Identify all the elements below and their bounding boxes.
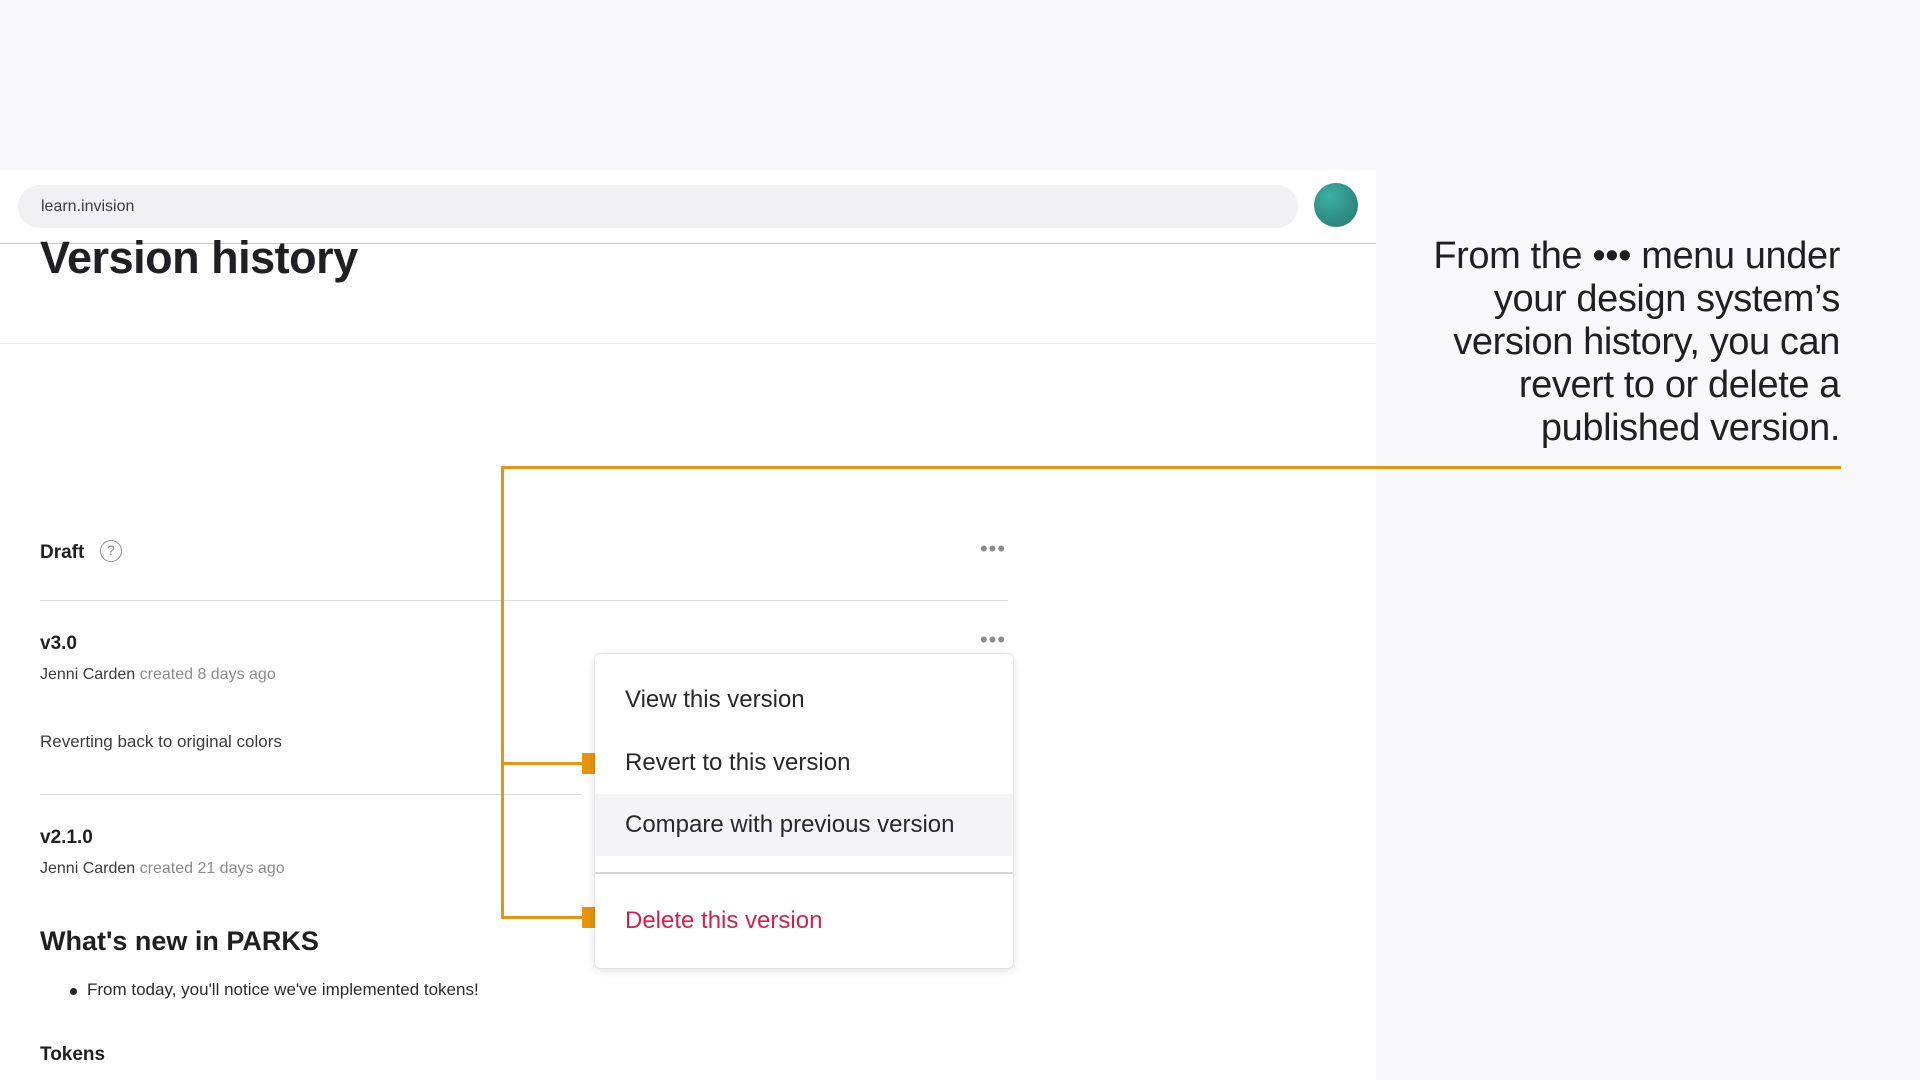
url-bar[interactable]: learn.invision bbox=[18, 185, 1298, 228]
version-created: created 21 days ago bbox=[139, 860, 285, 877]
annotation-line bbox=[501, 466, 504, 919]
version-created: created 8 days ago bbox=[139, 666, 276, 683]
annotation-line bbox=[501, 916, 590, 919]
version-label-v3: v3.0 bbox=[40, 633, 77, 654]
bullet-dot bbox=[70, 988, 77, 995]
menu-divider bbox=[595, 872, 1013, 874]
page-title: Version history bbox=[40, 232, 358, 283]
version-author[interactable]: Jenni Carden bbox=[40, 666, 135, 683]
menu-item-delete[interactable]: Delete this version bbox=[595, 890, 1013, 952]
version-note: Reverting back to original colors bbox=[40, 732, 282, 751]
tutorial-slide: learn.invision Version history Draft ? •… bbox=[0, 0, 1920, 1080]
annotation-line bbox=[501, 762, 590, 765]
version-meta: Jenni Carden created 21 days ago bbox=[40, 860, 285, 878]
menu-item-view[interactable]: View this version bbox=[595, 669, 1013, 731]
version-author[interactable]: Jenni Carden bbox=[40, 860, 135, 877]
more-horizontal-icon[interactable]: ••• bbox=[978, 629, 1008, 653]
version-actions-menu: View this version Revert to this version… bbox=[595, 654, 1013, 968]
version-label-v2-1: v2.1.0 bbox=[40, 827, 93, 848]
avatar[interactable] bbox=[1314, 183, 1358, 227]
release-note-bullet: From today, you'll notice we've implemen… bbox=[87, 980, 479, 999]
tutorial-caption: From the ••• menu under your design syst… bbox=[1433, 235, 1840, 449]
version-label-draft: Draft bbox=[40, 542, 85, 563]
tokens-heading: Tokens bbox=[40, 1044, 106, 1065]
menu-item-revert[interactable]: Revert to this version bbox=[595, 732, 1013, 794]
annotation-line bbox=[501, 466, 1841, 469]
more-horizontal-icon[interactable]: ••• bbox=[978, 538, 1008, 562]
question-circle-icon[interactable]: ? bbox=[100, 540, 122, 562]
divider bbox=[40, 600, 1008, 601]
menu-item-compare[interactable]: Compare with previous version bbox=[595, 794, 1013, 856]
version-meta: Jenni Carden created 8 days ago bbox=[40, 666, 276, 684]
release-notes-heading: What's new in PARKS bbox=[40, 926, 319, 956]
